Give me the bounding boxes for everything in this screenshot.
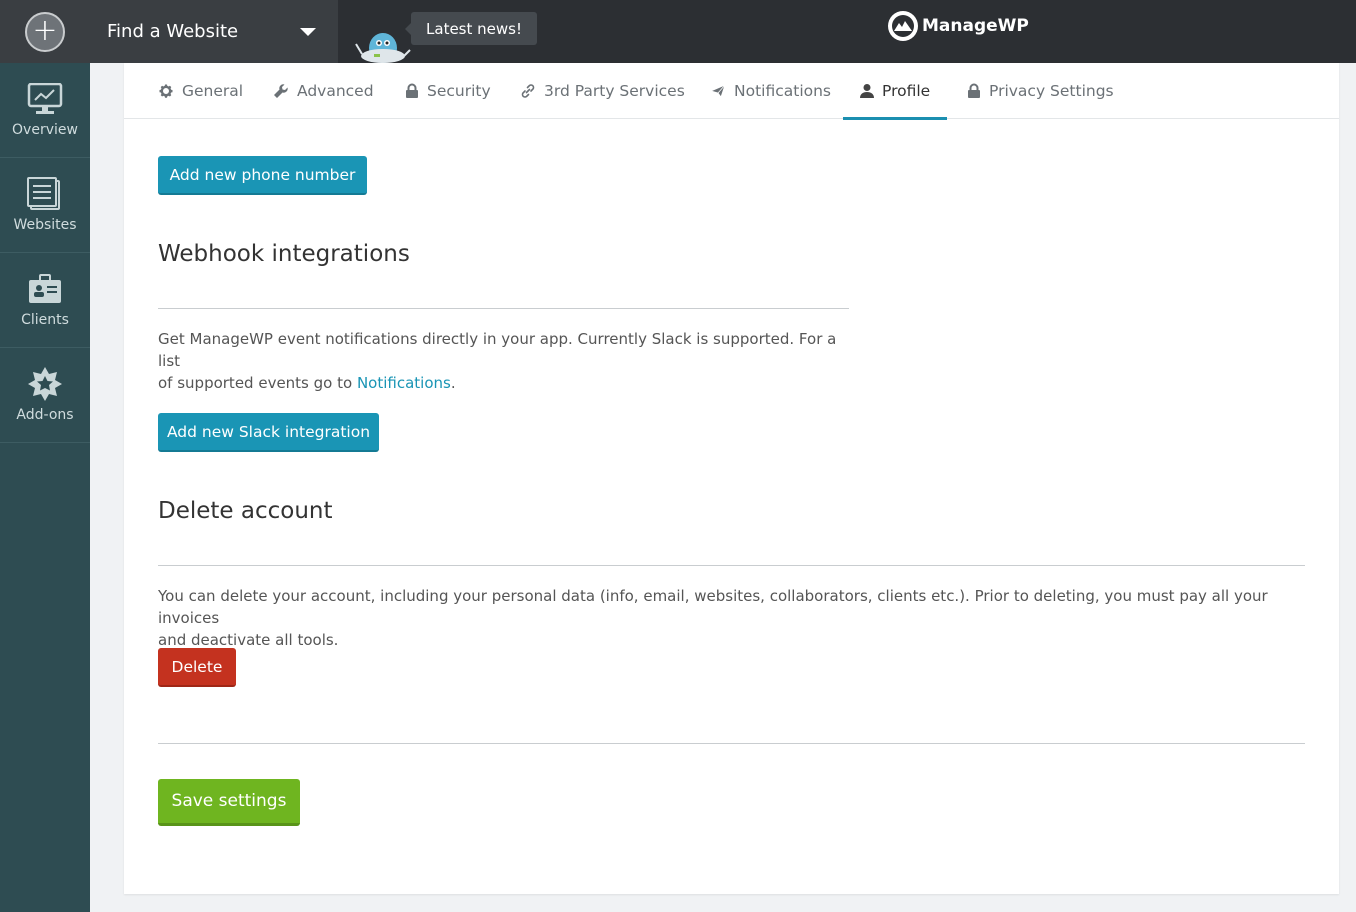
latest-news-button[interactable]: Latest news! xyxy=(405,12,537,45)
footer-divider xyxy=(158,743,1305,744)
tab-label: Security xyxy=(427,82,491,100)
settings-panel: General Advanced Security 3rd Party Serv… xyxy=(124,63,1339,894)
add-website-button[interactable]: + xyxy=(25,11,65,52)
delete-account-description-line1: You can delete your account, including y… xyxy=(158,587,1268,627)
managewp-logo[interactable]: ManageWP xyxy=(888,11,1029,41)
caret-down-icon xyxy=(300,28,316,36)
user-icon xyxy=(860,84,874,98)
webhook-description-suffix: . xyxy=(450,374,456,392)
tab-3rd-party-services[interactable]: 3rd Party Services xyxy=(520,63,685,119)
tab-security[interactable]: Security xyxy=(405,63,491,119)
save-settings-button[interactable]: Save settings xyxy=(158,779,300,826)
sidebar: Overview Websites Clients Add-ons xyxy=(0,63,90,912)
tab-label: General xyxy=(182,82,244,100)
add-slack-integration-button[interactable]: Add new Slack integration xyxy=(158,413,379,452)
sidebar-item-label: Overview xyxy=(12,122,78,138)
delete-account-description-line2: and deactivate all tools. xyxy=(158,631,339,649)
tab-profile[interactable]: Profile xyxy=(842,63,948,120)
plus-icon: + xyxy=(32,12,58,48)
tab-general[interactable]: General xyxy=(158,63,243,119)
gear-icon xyxy=(159,84,173,98)
sidebar-item-clients[interactable]: Clients xyxy=(0,253,90,348)
sidebar-item-overview[interactable]: Overview xyxy=(0,63,90,158)
tab-label: Notifications xyxy=(734,82,832,100)
delete-account-divider xyxy=(158,565,1305,566)
sidebar-item-addons[interactable]: Add-ons xyxy=(0,348,90,443)
addons-star-icon xyxy=(27,367,63,401)
tab-label: Advanced xyxy=(297,82,374,100)
settings-tabs: General Advanced Security 3rd Party Serv… xyxy=(124,63,1339,120)
lock-icon xyxy=(406,83,418,98)
brand-name: ManageWP xyxy=(922,16,1029,36)
tab-label: Profile xyxy=(882,82,931,100)
lock-icon xyxy=(968,83,980,98)
sidebar-item-label: Websites xyxy=(13,217,77,233)
tab-notifications[interactable]: Notifications xyxy=(710,63,831,119)
sidebar-item-websites[interactable]: Websites xyxy=(0,158,90,253)
delete-account-description: You can delete your account, including y… xyxy=(158,585,1308,651)
add-phone-number-button[interactable]: Add new phone number xyxy=(158,156,367,195)
webhook-description-line1: Get ManageWP event notifications directl… xyxy=(158,330,837,370)
managewp-mountain-icon xyxy=(888,11,918,41)
websites-list-icon xyxy=(27,177,63,211)
latest-news-label: Latest news! xyxy=(426,19,522,38)
webhook-description-line2: of supported events go to xyxy=(158,374,357,392)
sidebar-item-label: Clients xyxy=(21,312,69,328)
tab-label: Privacy Settings xyxy=(989,82,1114,100)
clients-briefcase-icon xyxy=(27,272,63,306)
overview-monitor-icon xyxy=(27,82,63,116)
paper-plane-icon xyxy=(710,84,726,98)
find-website-dropdown[interactable]: Find a Website xyxy=(90,0,338,63)
tab-advanced[interactable]: Advanced xyxy=(273,63,374,119)
top-bar: + Find a Website Latest news! ManageWP xyxy=(0,0,1356,63)
tab-privacy-settings[interactable]: Privacy Settings xyxy=(967,63,1114,119)
wrench-icon xyxy=(274,84,288,98)
webhook-integrations-title: Webhook integrations xyxy=(158,241,410,267)
notifications-link[interactable]: Notifications xyxy=(357,374,451,392)
webhook-description: Get ManageWP event notifications directl… xyxy=(158,328,858,394)
tab-label: 3rd Party Services xyxy=(544,82,685,100)
delete-account-title: Delete account xyxy=(158,498,333,524)
find-website-label: Find a Website xyxy=(107,21,239,42)
link-icon xyxy=(521,84,535,98)
add-website-area: + xyxy=(0,0,90,63)
sidebar-item-label: Add-ons xyxy=(16,407,74,423)
delete-account-button[interactable]: Delete xyxy=(158,648,236,687)
webhook-divider xyxy=(158,308,849,309)
